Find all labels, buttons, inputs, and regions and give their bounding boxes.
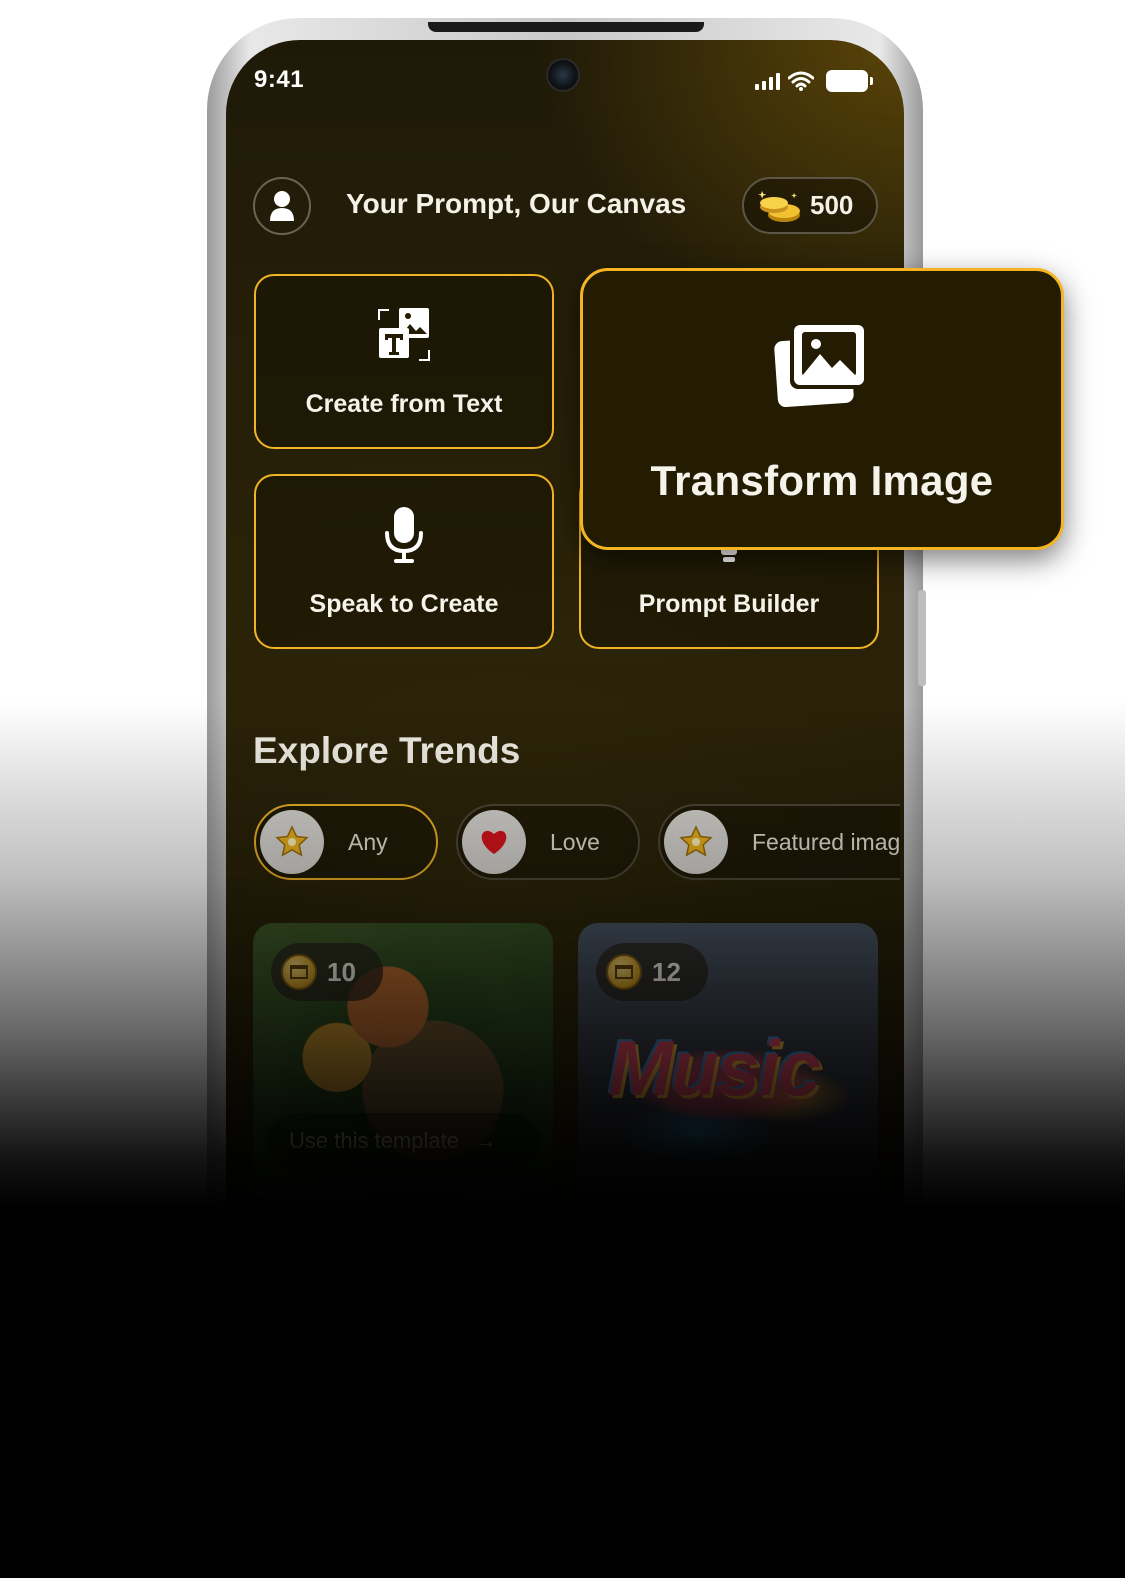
- app-title: Your Prompt, Our Canvas: [346, 188, 687, 219]
- speak-to-create-label: Speak to Create: [309, 590, 499, 618]
- transform-image-label: Transform Image: [650, 457, 994, 504]
- create-from-text-card[interactable]: Create from Text: [254, 274, 554, 449]
- use-template-label: Use this template: [289, 1128, 459, 1153]
- explore-trends-heading: Explore Trends: [253, 730, 521, 771]
- front-camera: [548, 60, 578, 90]
- chip-featured-image-label: Featured image: [752, 828, 900, 855]
- speak-to-create-card[interactable]: Speak to Create: [254, 474, 554, 649]
- star-badge-icon: [679, 825, 713, 857]
- chip-any-label: Any: [348, 828, 388, 855]
- profile-avatar-button[interactable]: [253, 177, 311, 235]
- battery-icon: [826, 70, 873, 92]
- microphone-icon: [385, 507, 423, 563]
- template-cost-value: 10: [327, 956, 356, 987]
- prompt-builder-label: Prompt Builder: [638, 590, 820, 618]
- wifi-icon: [788, 71, 814, 91]
- transform-image-card[interactable]: Transform Image: [580, 268, 1064, 550]
- coin-icon: [606, 954, 642, 990]
- star-badge-icon: [275, 825, 309, 857]
- template-cost-badge: 10: [271, 943, 383, 1001]
- coin-balance-button[interactable]: 500: [742, 177, 878, 234]
- coin-icon: [281, 954, 317, 990]
- template-cost-badge: 12: [596, 943, 708, 1001]
- cellular-signal-icon: [755, 72, 780, 90]
- gold-coins-icon: [758, 190, 800, 222]
- status-time: 9:41: [254, 66, 305, 93]
- chip-featured-image[interactable]: Featured image: [658, 804, 900, 880]
- speaker-notch: [428, 22, 704, 32]
- phone-side-button: [918, 590, 926, 686]
- template-card-jungle[interactable]: 10 Use this template →: [253, 923, 553, 1203]
- trend-filter-chips: Any Love Featured image: [226, 800, 900, 884]
- use-template-button[interactable]: Use this template →: [267, 1113, 539, 1169]
- template-cost-value: 12: [652, 956, 681, 987]
- status-icons: [755, 70, 873, 92]
- user-icon: [270, 191, 294, 221]
- template-card-music[interactable]: Music 12: [578, 923, 878, 1203]
- chip-any[interactable]: Any: [254, 804, 438, 880]
- chip-love-label: Love: [550, 828, 600, 855]
- text-to-image-icon: [378, 308, 430, 361]
- create-from-text-label: Create from Text: [305, 390, 503, 418]
- heart-icon: [481, 830, 507, 854]
- chip-love[interactable]: Love: [456, 804, 640, 880]
- arrow-right-icon: →: [474, 1128, 497, 1153]
- coin-balance-value: 500: [810, 190, 854, 220]
- music-art-text: Music: [608, 1024, 821, 1112]
- image-gallery-icon: [774, 321, 868, 408]
